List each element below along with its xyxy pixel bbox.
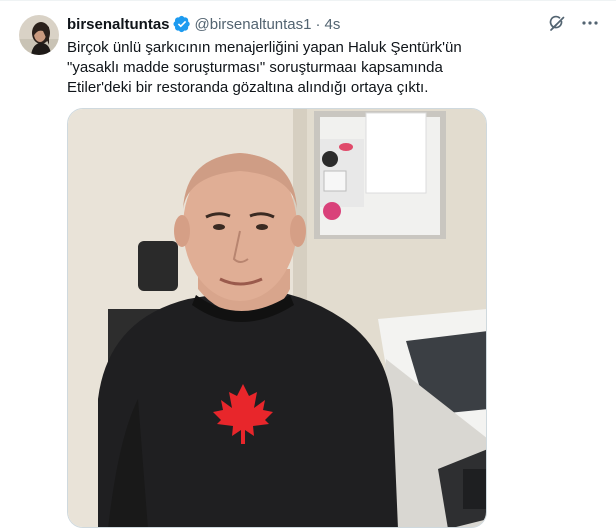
tweet-card[interactable]: birsenaltuntas @birsenaltuntas1 · 4s Bir… [0, 0, 616, 531]
display-name[interactable]: birsenaltuntas [67, 16, 170, 33]
tweet-photo[interactable] [67, 108, 487, 528]
tweet-content: birsenaltuntas @birsenaltuntas1 · 4s Bir… [67, 13, 553, 98]
tweet-header: birsenaltuntas @birsenaltuntas1 · 4s [67, 13, 553, 35]
more-icon[interactable] [580, 13, 600, 33]
avatar[interactable] [19, 15, 59, 55]
verified-badge-icon [173, 15, 191, 33]
header-actions [548, 13, 600, 33]
tweet-timestamp[interactable]: 4s [325, 16, 341, 33]
tweet-text: Birçok ünlü şarkıcının menajerliğini yap… [67, 39, 462, 96]
separator-dot: · [315, 15, 321, 33]
grok-icon[interactable] [548, 13, 568, 33]
author-handle[interactable]: @birsenaltuntas1 [195, 16, 312, 33]
